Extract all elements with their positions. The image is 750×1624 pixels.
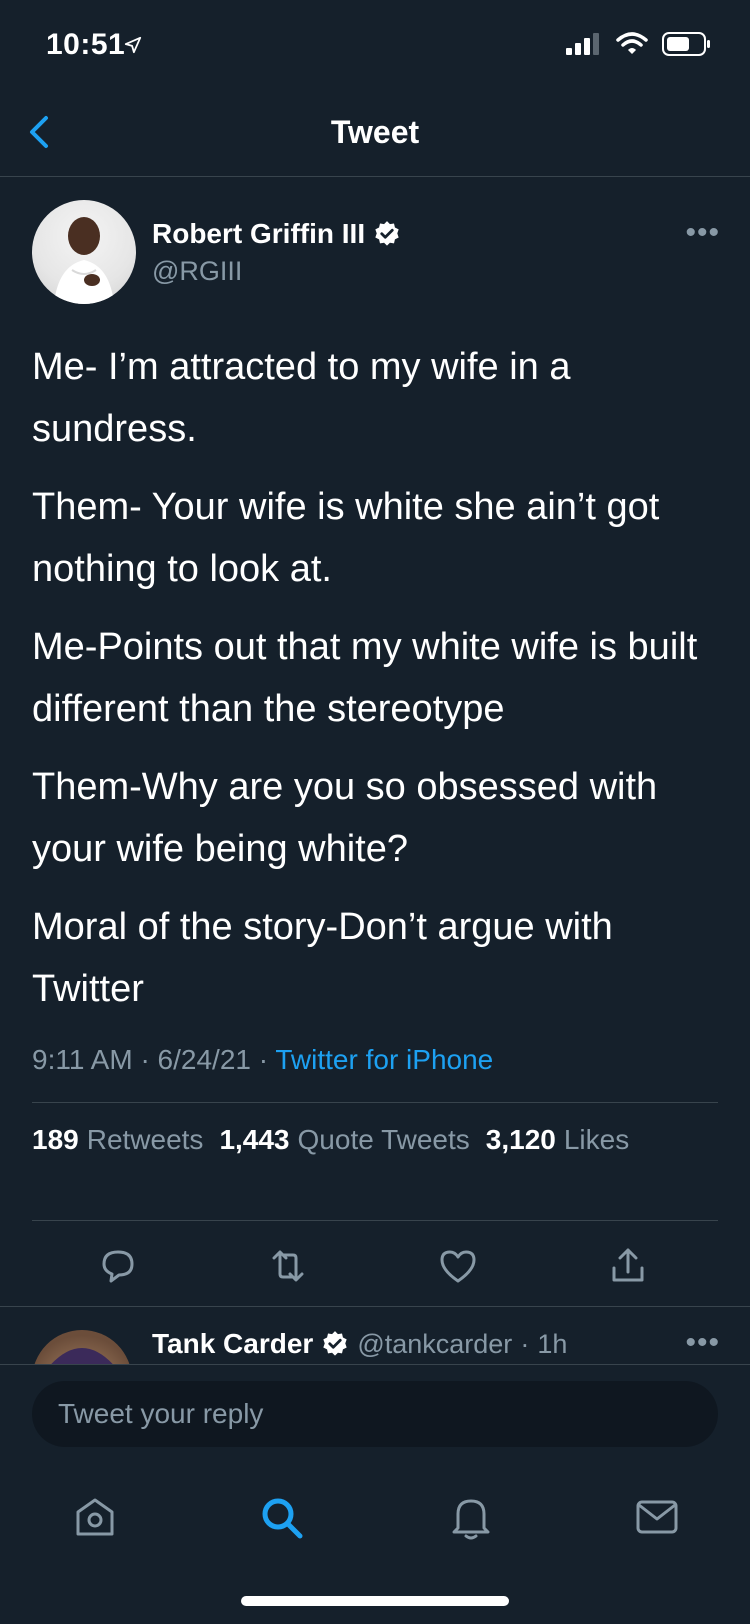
reply-handle: @tankcarder [357, 1328, 513, 1359]
status-indicators [566, 32, 712, 56]
share-icon[interactable] [606, 1244, 650, 1288]
author-avatar[interactable] [32, 200, 136, 304]
status-time: 10:51 [46, 28, 126, 61]
tweet-stats: 189 Retweets 1,443 Quote Tweets 3,120 Li… [32, 1124, 629, 1156]
divider [32, 1102, 718, 1103]
verified-badge-icon [375, 221, 399, 246]
tweet-date: 6/24/21 [157, 1044, 251, 1075]
like-heart-icon[interactable] [436, 1244, 480, 1288]
retweet-icon[interactable] [266, 1244, 310, 1288]
tweet-text: Me- I’m attracted to my wife in a sundre… [32, 336, 722, 1036]
author-name[interactable]: Robert Griffin III [152, 218, 401, 250]
person-silhouette-icon [54, 217, 114, 304]
tweet-paragraph: Moral of the story-Don’t argue with Twit… [32, 906, 613, 1010]
signal-icon [566, 33, 599, 55]
reply-author[interactable]: Tank Carder @tankcarder · 1h [152, 1328, 567, 1360]
tweet-source-link[interactable]: Twitter for iPhone [275, 1044, 493, 1075]
tweet-paragraph: Me- I’m attracted to my wife in a sundre… [32, 346, 571, 450]
reply-avatar[interactable] [32, 1330, 132, 1364]
nav-bar: Tweet [0, 90, 750, 177]
reply-tweet[interactable]: Tank Carder @tankcarder · 1h ••• [0, 1306, 750, 1364]
divider [32, 1220, 718, 1221]
reply-icon[interactable] [96, 1244, 140, 1288]
tab-bar [0, 1468, 750, 1578]
more-options-icon[interactable]: ••• [685, 216, 720, 250]
home-icon[interactable] [70, 1492, 120, 1542]
location-arrow-icon [124, 36, 142, 54]
search-icon[interactable] [256, 1492, 306, 1542]
tweet-actions [0, 1224, 750, 1304]
author-handle[interactable]: @RGIII [152, 256, 242, 287]
cap-icon [51, 1348, 113, 1364]
wifi-icon [616, 32, 648, 54]
tweet-timestamp: 9:11 AM · 6/24/21 · Twitter for iPhone [32, 1044, 494, 1075]
tweet-paragraph: Me-Points out that my white wife is buil… [32, 626, 698, 730]
home-indicator[interactable] [241, 1596, 509, 1606]
reply-input[interactable] [32, 1381, 718, 1447]
reply-time: 1h [537, 1328, 568, 1359]
status-bar: 10:51 [0, 0, 750, 90]
tweet-time: 9:11 AM [32, 1044, 133, 1075]
notifications-bell-icon[interactable] [446, 1492, 496, 1542]
page-title: Tweet [330, 114, 420, 150]
reply-composer [0, 1364, 750, 1469]
more-options-icon[interactable]: ••• [685, 1326, 720, 1360]
tweet-paragraph: Them- Your wife is white she ain’t got n… [32, 486, 660, 590]
battery-icon [662, 32, 710, 56]
likes-stat[interactable]: 3,120 Likes [486, 1124, 629, 1156]
tweet-paragraph: Them-Why are you so obsessed with your w… [32, 766, 658, 870]
messages-envelope-icon[interactable] [632, 1492, 682, 1542]
verified-badge-icon [323, 1331, 347, 1356]
quote-tweets-stat[interactable]: 1,443 Quote Tweets [219, 1124, 469, 1156]
retweets-stat[interactable]: 189 Retweets [32, 1124, 203, 1156]
